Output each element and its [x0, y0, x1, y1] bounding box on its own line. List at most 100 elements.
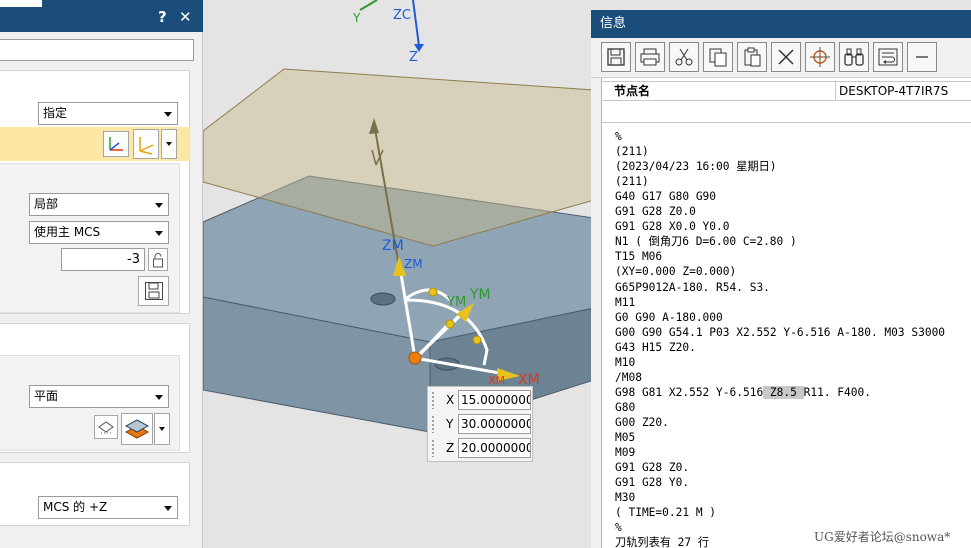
target-icon[interactable] [805, 42, 835, 72]
node-name-row: 节点名 DESKTOP-4T7IR7S [602, 81, 971, 101]
nc-line: M10 [615, 355, 636, 369]
information-window: 信息 节点名 DESKTOP-4T7IR7S % (211) (2023/04/… [591, 10, 971, 548]
rotate-handle-3[interactable] [472, 335, 482, 345]
tool-axis-dialog: ? ✕ 指定 局部 使用主 MCS -3 平面 MCS 的 +Z [0, 0, 203, 548]
nc-line: (211) [615, 145, 649, 159]
orient-subpanel: 局部 使用主 MCS -3 [0, 163, 180, 313]
print-icon[interactable] [635, 42, 665, 72]
lock-icon[interactable] [148, 248, 168, 271]
nc-line: 刀轨列表有 27 行 [615, 536, 710, 548]
nc-line: % [615, 521, 622, 535]
chevron-down-icon [155, 203, 163, 208]
node-name-value: DESKTOP-4T7IR7S [839, 84, 949, 98]
specify-csys-row[interactable] [0, 127, 190, 161]
specify-panel: 指定 局部 使用主 MCS -3 [0, 70, 190, 314]
nc-segment-hl: Z8.5 [763, 385, 804, 399]
nc-line: N1 ( 倒角刀6 D=6.00 C=2.80 ) [615, 235, 797, 249]
plane-type-chevron-icon[interactable] [154, 413, 170, 445]
csys-dropdown-chevron-icon[interactable] [161, 129, 177, 159]
rotate-handle-2[interactable] [445, 319, 455, 329]
chevron-down-icon [155, 395, 163, 400]
z-label: Z [446, 441, 455, 455]
nc-line: G65P9012A-180. R54. S3. [615, 280, 770, 294]
nc-segment-pre: G98 G81 X2.552 Y-6.516 [615, 385, 764, 399]
nc-line: G00 G90 G54.1 P03 X2.552 Y-6.516 A-180. … [615, 325, 946, 339]
paste-icon[interactable] [737, 42, 767, 72]
axis-panel: MCS 的 +Z [0, 462, 190, 526]
nc-line: (XY=0.000 Z=0.000) [615, 265, 737, 279]
label-y: Y [352, 11, 361, 25]
save-icon[interactable] [601, 42, 631, 72]
dialog-title-bar: ? ✕ [0, 0, 203, 32]
label-zc: ZC [393, 8, 411, 23]
nc-segment-post: R11. F400. [803, 385, 871, 399]
plane-dialog-icon[interactable] [94, 415, 118, 439]
nc-line: G00 Z20. [615, 415, 669, 429]
local-dropdown[interactable]: 局部 [29, 193, 169, 216]
nc-line: % [615, 130, 622, 143]
x-label: X [446, 393, 455, 407]
label-z: Z [409, 50, 418, 65]
nc-line: M11 [615, 295, 636, 309]
nc-line: G91 G28 X0.0 Y0.0 [615, 220, 730, 234]
nc-line: M30 [615, 491, 636, 505]
y-label: Y [446, 417, 454, 431]
z-coordinate-field[interactable]: 20.0000000 [458, 438, 531, 458]
coordinate-input-box: X Y Z 15.0000000 30.0000000 20.0000000 [427, 386, 533, 462]
save-settings-icon[interactable] [138, 276, 169, 306]
search-input[interactable] [0, 39, 194, 61]
copy-icon[interactable] [703, 42, 733, 72]
use-main-mcs-dropdown[interactable]: 使用主 MCS [29, 221, 169, 244]
offset-number-field[interactable]: -3 [61, 248, 145, 271]
info-toolbar [591, 38, 971, 78]
csys-icon[interactable] [133, 129, 159, 159]
label-ym-small: YM [446, 295, 466, 310]
nc-line: G91 G28 Z0. [615, 461, 690, 475]
drag-grip-icon[interactable] [431, 415, 435, 433]
nc-line: G0 G90 A-180.000 [615, 310, 723, 324]
watermark-text: UG爱好者论坛@snowa* [814, 530, 951, 544]
drag-grip-icon[interactable] [431, 439, 435, 457]
plane-panel: 平面 [0, 323, 190, 453]
info-title: 信息 [591, 10, 971, 38]
nc-line: G43 H15 Z20. [615, 340, 696, 354]
cut-icon[interactable] [669, 42, 699, 72]
delete-icon[interactable] [771, 42, 801, 72]
node-name-label: 节点名 [614, 84, 651, 98]
chevron-down-icon [164, 506, 172, 511]
hole-1 [370, 292, 396, 306]
drag-grip-icon[interactable] [431, 391, 435, 409]
plane-dropdown[interactable]: 平面 [29, 385, 169, 408]
plane-type-icon[interactable] [121, 413, 153, 445]
x-coordinate-field[interactable]: 15.0000000 [458, 390, 531, 410]
nc-line: G40 G17 G80 G90 [615, 190, 717, 204]
nc-line: ( TIME=0.21 M ) [615, 506, 717, 520]
nc-line: M09 [615, 446, 636, 460]
nc-line-highlighted: G98 G81 X2.552 Y-6.516 Z8.5 R11. F400. [615, 385, 871, 400]
nc-line: M05 [615, 431, 636, 444]
nc-line: /M08 [615, 370, 642, 384]
label-ym-large: YM [469, 287, 491, 303]
nc-line: (211) [615, 175, 649, 189]
nc-line: G91 G28 Y0. [615, 476, 690, 490]
specify-dropdown[interactable]: 指定 [38, 102, 178, 125]
chevron-down-icon [164, 112, 172, 117]
help-button[interactable]: ? [158, 9, 167, 25]
csys-dialog-icon[interactable] [103, 131, 129, 157]
label-zm-large: ZM [382, 238, 404, 254]
minus-icon[interactable] [907, 42, 937, 72]
nc-line: (2023/04/23 16:00 星期日) [615, 160, 777, 174]
binoculars-icon[interactable] [839, 42, 869, 72]
info-content: 节点名 DESKTOP-4T7IR7S % (211) (2023/04/23 16… [601, 78, 971, 548]
close-button[interactable]: ✕ [179, 9, 192, 25]
origin-handle[interactable] [408, 351, 422, 365]
plane-subpanel: 平面 [0, 355, 180, 451]
chevron-down-icon [155, 231, 163, 236]
rotate-handle-1[interactable] [428, 287, 438, 297]
y-coordinate-field[interactable]: 30.0000000 [458, 414, 531, 434]
mcs-axis-dropdown[interactable]: MCS 的 +Z [38, 496, 178, 519]
wrap-text-icon[interactable] [873, 42, 903, 72]
nc-code-text-area[interactable]: % (211) (2023/04/23 16:00 星期日) (211) G40 G17… [602, 122, 971, 548]
nc-line: G80 [615, 400, 636, 414]
label-zm-small: ZM [404, 257, 423, 271]
